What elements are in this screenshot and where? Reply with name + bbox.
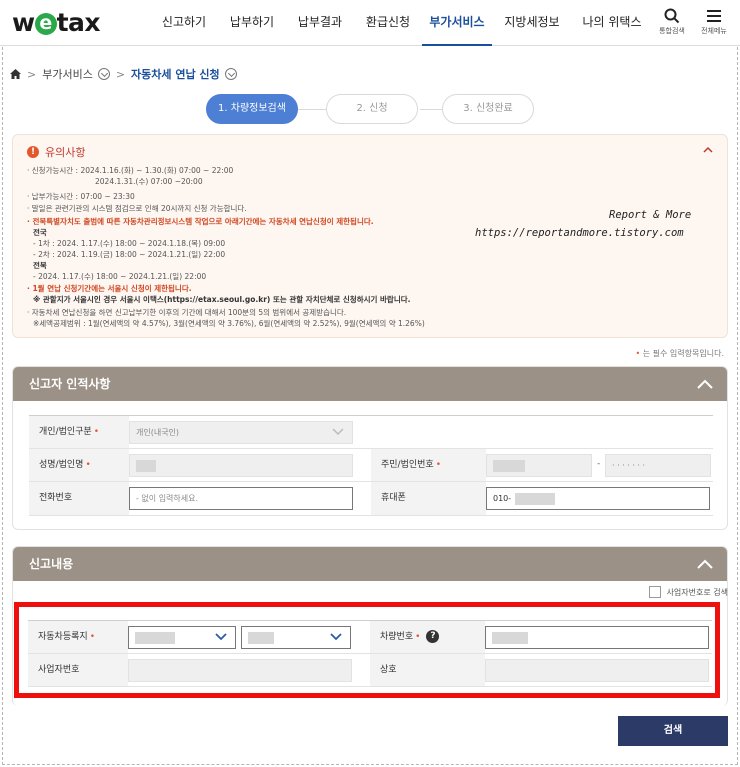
nav-my-wetax[interactable]: 나의 위택스: [572, 0, 652, 46]
nav-payment-result[interactable]: 납부결과: [286, 0, 354, 46]
name-label: 성명/법인명 •: [29, 449, 129, 481]
name-field[interactable]: [129, 454, 353, 477]
notice-box: ! 유의사항 · 신청가능시간 : 2024.1.16.(화) ~ 1.30.(…: [12, 134, 728, 338]
top-header: w e tax 신고하기 납부하기 납부결과 환급신청 부가서비스 지방세정보 나의…: [0, 0, 740, 46]
notice-title: ! 유의사항: [27, 144, 85, 160]
step-apply: 2. 신청: [326, 94, 418, 124]
chevron-down-icon[interactable]: [224, 68, 237, 80]
breadcrumb-level1[interactable]: 부가서비스: [42, 66, 93, 82]
id-number-label: 주민/법인번호 •: [371, 449, 486, 481]
form-row: 개인/법인구분 • 개인(내국인): [29, 416, 713, 449]
mobile-label: 휴대폰: [371, 482, 486, 515]
breadcrumb-separator: >: [27, 67, 37, 81]
notice-line: - 2차 : 2024. 1.19.(금) 18:00 ~ 2024.1.21.…: [33, 250, 226, 259]
blurred-value: [493, 459, 525, 472]
main-nav: 신고하기 납부하기 납부결과 환급신청 부가서비스 지방세정보 나의 위택스: [150, 0, 652, 46]
notice-line: ※세액공제범위 : 1월(연세액의 약 4.57%), 3월(연세액의 약 3.…: [33, 319, 425, 328]
chevron-down-icon: [332, 428, 344, 436]
highlight-annotation: [14, 602, 720, 698]
notice-line: - 2024. 1.17.(수) 18:00 ~ 2024.1.21.(일) 2…: [33, 272, 207, 281]
reporter-section: 신고자 인적사항 개인/법인구분 • 개인(내국인) 성명/법인명 • 주민/법인번…: [12, 366, 728, 530]
nav-refund[interactable]: 환급신청: [354, 0, 422, 46]
type-select[interactable]: 개인(내국인): [129, 421, 353, 444]
progress-steps: 1. 차량정보검색 2. 신청 3. 신청완료: [206, 94, 536, 124]
watermark-title: Report & More: [609, 209, 692, 221]
search-icon: [664, 8, 680, 24]
form-row: 성명/법인명 • 주민/법인번호 • - · · · · · · ·: [29, 449, 713, 482]
watermark-url: https://reportandmore.tistory.com: [475, 227, 684, 239]
business-number-search-option[interactable]: 사업자번호로 검색: [648, 586, 728, 598]
notice-line: · 전북특별자치도 출범에 따른 자동차관리정보시스템 작업으로 아래기간에는 …: [27, 217, 374, 226]
breadcrumb: > 부가서비스 > 자동차세 연납 신청: [10, 66, 237, 82]
type-label: 개인/법인구분 •: [29, 416, 129, 448]
notice-line: ※ 관할지가 서울시인 경우 서울시 이택스(https://etax.seou…: [33, 295, 411, 304]
notice-line: · 자동차세 연납신청을 하면 신고납부기한 이후의 기간에 대해서 100분의…: [27, 308, 347, 317]
warning-icon: !: [27, 146, 39, 158]
id-number-back-field[interactable]: · · · · · · ·: [605, 454, 711, 477]
blurred-value: [515, 492, 556, 505]
notice-line: · 말일은 관련기관의 시스템 점검으로 인해 20시까지 신청 가능합니다.: [27, 204, 247, 213]
dash-separator: -: [597, 459, 601, 469]
hamburger-icon: [707, 10, 721, 22]
phone-label: 전화번호: [29, 482, 129, 515]
business-number-checkbox[interactable]: [648, 586, 661, 598]
breadcrumb-current[interactable]: 자동차세 연납 신청: [131, 66, 220, 82]
notice-line: 2024.1.31.(수) 07:00 ~20:00: [95, 177, 203, 186]
mobile-input[interactable]: 010-: [486, 487, 710, 510]
nav-additional-services[interactable]: 부가서비스: [422, 0, 492, 46]
notice-line: 전국: [33, 228, 47, 237]
step-connector: [298, 109, 328, 110]
notice-line: · 1월 연납 신청기간에는 서울시 신청이 제한됩니다.: [27, 284, 192, 293]
breadcrumb-separator: >: [115, 67, 126, 81]
phone-input[interactable]: - 없이 입력하세요.: [129, 487, 353, 510]
required-note: • 는 필수 입력항목입니다.: [635, 349, 725, 358]
wetax-logo[interactable]: w e tax: [12, 8, 101, 37]
notice-line: · 납부가능시간 : 07:00 ~ 23:30: [27, 192, 135, 201]
chevron-up-icon[interactable]: [697, 378, 713, 390]
full-menu-button[interactable]: 전체메뉴: [694, 8, 734, 36]
notice-line: · 신청가능시간 : 2024.1.16.(화) ~ 1.30.(화) 07:0…: [27, 166, 234, 175]
step-complete: 3. 신청완료: [442, 94, 534, 124]
report-section-header[interactable]: 신고내용: [13, 547, 727, 581]
reporter-section-header[interactable]: 신고자 인적사항: [13, 367, 727, 401]
chevron-up-icon[interactable]: [703, 145, 713, 155]
integrated-search-button[interactable]: 통합검색: [652, 8, 692, 36]
blurred-value: [136, 459, 156, 472]
notice-line: 전북: [33, 261, 47, 270]
chevron-down-icon[interactable]: [97, 68, 110, 80]
reporter-grid: 개인/법인구분 • 개인(내국인) 성명/법인명 • 주민/법인번호 • - · · …: [29, 415, 713, 516]
search-button[interactable]: 검색: [618, 716, 728, 746]
notice-line: - 1차 : 2024. 1.17.(수) 18:00 ~ 2024.1.18.…: [33, 239, 226, 248]
nav-pay[interactable]: 납부하기: [218, 0, 286, 46]
home-icon[interactable]: [10, 69, 21, 79]
nav-file-report[interactable]: 신고하기: [150, 0, 218, 46]
nav-local-tax-info[interactable]: 지방세정보: [492, 0, 572, 46]
step-connector: [420, 109, 444, 110]
id-number-front-field[interactable]: [486, 454, 592, 477]
step-vehicle-search: 1. 차량정보검색: [206, 94, 298, 124]
chevron-up-icon[interactable]: [697, 558, 713, 570]
form-row: 전화번호 - 없이 입력하세요. 휴대폰 010-: [29, 482, 713, 516]
